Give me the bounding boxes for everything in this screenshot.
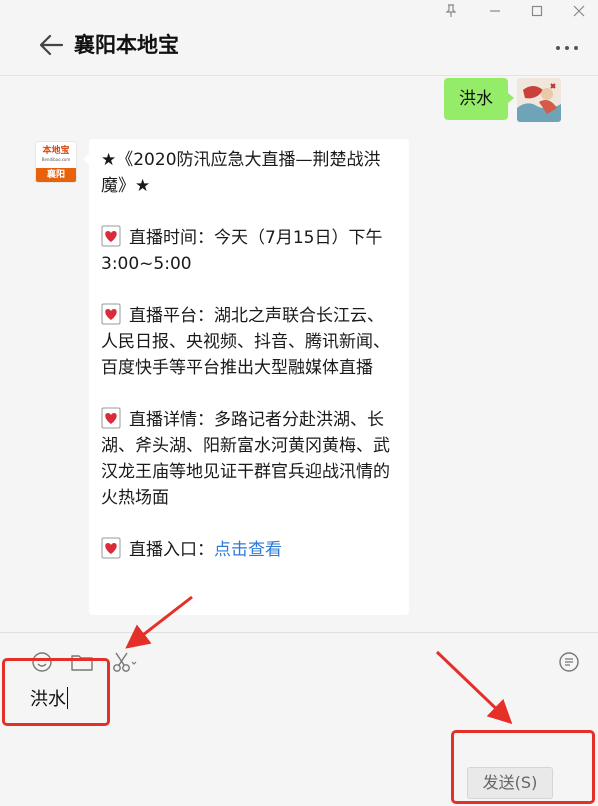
message-item-platform: 直播平台：湖北之声联合长江云、人民日报、央视频、抖音、腾讯新闻、百度快手等平台推… bbox=[101, 303, 397, 381]
outgoing-message[interactable]: 洪水 bbox=[444, 78, 514, 120]
incoming-message[interactable]: ★《2020防汛应急大直播—荆楚战洪魔》★ 直播时间：今天（7月15日）下午3:… bbox=[83, 139, 409, 615]
heart-letter-icon bbox=[101, 303, 121, 325]
close-icon[interactable] bbox=[568, 4, 590, 22]
input-area[interactable]: 洪水 发送(S) bbox=[0, 632, 598, 806]
entry-link[interactable]: 点击查看 bbox=[214, 540, 282, 560]
scissors-icon[interactable] bbox=[111, 651, 137, 673]
message-item-detail-text: 直播详情：多路记者分赴洪湖、长湖、斧头湖、阳新富水河黄冈黄梅、武汉龙王庙等地见证… bbox=[101, 410, 390, 508]
minimize-icon[interactable] bbox=[484, 4, 506, 22]
message-item-platform-text: 直播平台：湖北之声联合长江云、人民日报、央视频、抖音、腾讯新闻、百度快手等平台推… bbox=[101, 306, 390, 378]
avatar-city: 襄阳 bbox=[36, 168, 76, 182]
emoji-icon[interactable] bbox=[31, 651, 53, 673]
folder-icon[interactable] bbox=[70, 651, 93, 673]
text-caret bbox=[67, 687, 68, 709]
chat-area[interactable]: 洪水 本地宝 Bendibao.com 襄阳 ★《2020防汛应急大直播—荆楚战… bbox=[0, 76, 598, 632]
pin-icon[interactable] bbox=[440, 4, 462, 22]
message-title: ★《2020防汛应急大直播—荆楚战洪魔》★ bbox=[101, 150, 381, 196]
title-bar: 襄阳本地宝 bbox=[0, 0, 598, 76]
back-arrow-icon[interactable] bbox=[36, 30, 66, 60]
chat-history-icon[interactable] bbox=[558, 651, 580, 673]
heart-letter-icon bbox=[101, 537, 121, 559]
chat-title: 襄阳本地宝 bbox=[74, 33, 179, 57]
message-item-time: 直播时间：今天（7月15日）下午3:00~5:00 bbox=[101, 225, 397, 277]
message-item-time-text: 直播时间：今天（7月15日）下午3:00~5:00 bbox=[101, 228, 383, 274]
message-input[interactable]: 洪水 bbox=[30, 685, 68, 711]
heart-letter-icon bbox=[101, 407, 121, 429]
avatar-site: Bendibao.com bbox=[41, 157, 71, 162]
more-dots-icon[interactable] bbox=[554, 40, 580, 56]
message-item-detail: 直播详情：多路记者分赴洪湖、长湖、斧头湖、阳新富水河黄冈黄梅、武汉龙王庙等地见证… bbox=[101, 407, 397, 511]
message-input-value: 洪水 bbox=[30, 689, 66, 710]
avatar-logo: 本地宝 Bendibao.com bbox=[36, 142, 76, 168]
official-account-avatar[interactable]: 本地宝 Bendibao.com 襄阳 bbox=[35, 141, 77, 183]
my-avatar[interactable] bbox=[517, 78, 561, 122]
send-button[interactable]: 发送(S) bbox=[467, 767, 553, 799]
entry-label: 直播入口： bbox=[129, 540, 214, 560]
message-item-entry: 直播入口：点击查看 bbox=[101, 537, 397, 563]
maximize-icon[interactable] bbox=[526, 4, 548, 22]
heart-letter-icon bbox=[101, 225, 121, 247]
avatar-brand: 本地宝 bbox=[42, 146, 70, 156]
